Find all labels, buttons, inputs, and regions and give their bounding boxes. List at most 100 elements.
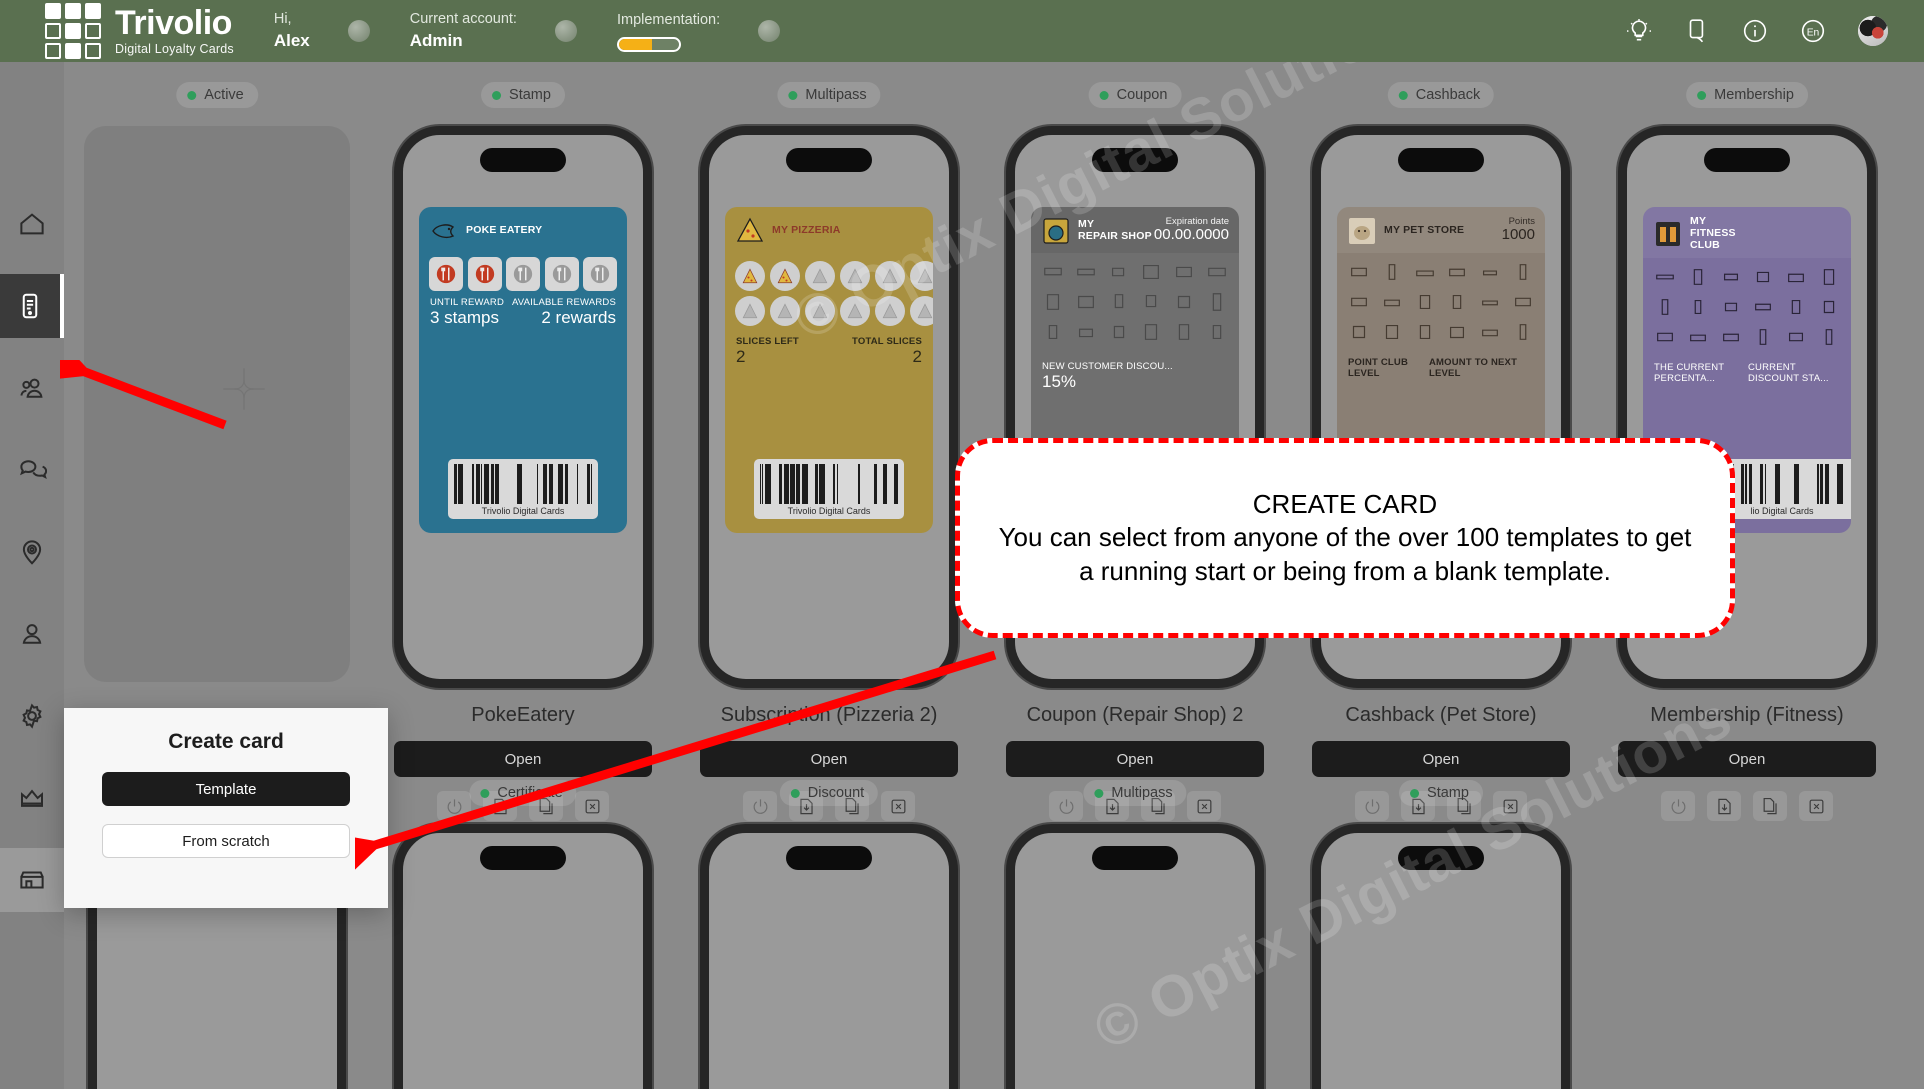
duplicate-icon[interactable] <box>1753 791 1787 821</box>
points-label: Points <box>1502 216 1535 227</box>
sidebar-item-home[interactable] <box>0 192 64 256</box>
open-button[interactable]: Open <box>1312 741 1570 777</box>
card-brand-name: MY FITNESS CLUB <box>1690 216 1736 251</box>
pet-icon <box>1378 289 1407 315</box>
barcode: Trivolio Digital Cards <box>754 459 904 519</box>
fitnes-icon <box>1749 264 1778 290</box>
status-badge-label: Active <box>204 87 244 103</box>
avatar[interactable] <box>1858 16 1888 46</box>
chevron-down-icon[interactable] <box>555 20 577 42</box>
fitnes-icon <box>1716 294 1745 320</box>
appliance-icon <box>1170 259 1199 285</box>
appliance-icon <box>1137 259 1166 285</box>
power-icon[interactable] <box>1661 791 1695 821</box>
open-button[interactable]: Open <box>1006 741 1264 777</box>
fitnes-icon <box>1684 324 1713 350</box>
pet-icon <box>1508 259 1537 285</box>
stat-left-value: 2 <box>736 347 799 367</box>
status-badge: Multipass <box>777 82 880 108</box>
info-icon[interactable] <box>1742 18 1768 44</box>
status-dot-icon <box>1100 91 1109 100</box>
pet-icon <box>1443 319 1472 345</box>
card-tap-icon[interactable] <box>1684 18 1710 44</box>
phone-notch <box>480 846 566 870</box>
phone-notch <box>1398 148 1484 172</box>
template-button[interactable]: Template <box>102 772 350 806</box>
slice-slot <box>875 296 905 326</box>
chevron-down-icon[interactable] <box>758 20 780 42</box>
pet-icon <box>1508 289 1537 315</box>
phone-preview <box>1006 824 1264 1089</box>
download-icon[interactable] <box>1707 791 1741 821</box>
status-badge-label: Stamp <box>1427 785 1469 801</box>
open-button[interactable]: Open <box>1618 741 1876 777</box>
status-dot-icon <box>1094 789 1103 798</box>
pet-icon <box>1410 319 1439 345</box>
card-column: Multipass <box>982 780 1288 1089</box>
dog-icon <box>1347 216 1377 246</box>
create-card-popup: Create card Template From scratch <box>64 708 388 772</box>
phone-preview <box>700 824 958 1089</box>
barcode-caption: Trivolio Digital Cards <box>454 506 592 516</box>
slice-slot <box>840 261 870 291</box>
from-scratch-button[interactable]: From scratch <box>102 824 350 858</box>
status-badge: Cashback <box>1388 82 1494 108</box>
appliance-icon <box>1137 319 1166 345</box>
slice-slot <box>770 296 800 326</box>
sidebar-item-settings[interactable] <box>0 684 64 748</box>
status-dot-icon <box>1697 91 1706 100</box>
status-dot-icon <box>788 91 797 100</box>
appliance-icon <box>1137 289 1166 315</box>
stat-right-value: 2 <box>852 347 922 367</box>
fitnes-icon <box>1814 294 1843 320</box>
account-block: Current account: Admin <box>410 9 577 52</box>
fitnes-icon <box>1684 294 1713 320</box>
barcode-caption: Trivolio Digital Cards <box>760 506 898 516</box>
callout-title: CREATE CARD <box>994 488 1696 521</box>
sidebar-item-profile[interactable] <box>0 602 64 666</box>
callout-body: You can select from anyone of the over 1… <box>994 521 1696 588</box>
card-brand-name: POKE EATERY <box>466 225 542 237</box>
appliance-icon <box>1039 319 1068 345</box>
pet-icon <box>1378 319 1407 345</box>
card-column: Certificate <box>370 780 676 1089</box>
stat-left-label: NEW CUSTOMER DISCOU... <box>1042 361 1228 372</box>
status-badge: Active <box>176 82 258 108</box>
appliance-icon <box>1202 289 1231 315</box>
greeting-value: Alex <box>274 30 310 52</box>
language-icon[interactable]: En <box>1800 18 1826 44</box>
card-title: Cashback (Pet Store) <box>1288 704 1594 727</box>
open-button[interactable]: Open <box>394 741 652 777</box>
chevron-down-icon[interactable] <box>348 20 370 42</box>
stat-left-label: POINT CLUB LEVEL <box>1348 357 1429 379</box>
phone-notch <box>786 148 872 172</box>
gym-icon <box>1653 219 1683 249</box>
stat-left-label: UNTIL REWARD <box>430 297 504 308</box>
sidebar-nav <box>0 192 64 930</box>
fitnes-icon <box>1716 264 1745 290</box>
sidebar-item-messages[interactable] <box>0 438 64 502</box>
expiration-label: Expiration date <box>1154 216 1229 227</box>
sidebar-item-locations[interactable] <box>0 520 64 584</box>
sidebar-item-clients[interactable] <box>0 356 64 420</box>
stamp-row <box>419 253 627 291</box>
sidebar-item-subscription[interactable] <box>0 766 64 830</box>
slice-slot <box>735 261 765 291</box>
stat-right-value: 2 rewards <box>512 308 616 328</box>
sidebar-item-cards[interactable] <box>0 274 64 338</box>
lightbulb-icon[interactable] <box>1626 18 1652 44</box>
status-dot-icon <box>1399 91 1408 100</box>
open-button[interactable]: Open <box>700 741 958 777</box>
pet-icon <box>1378 259 1407 285</box>
delete-icon[interactable] <box>1799 791 1833 821</box>
brand-logo[interactable]: Trivolio Digital Loyalty Cards <box>45 3 234 59</box>
implementation-progress-fill <box>619 39 652 50</box>
empty-card-slot[interactable] <box>84 126 350 682</box>
implementation-progress <box>617 37 681 52</box>
account-value: Admin <box>410 30 517 52</box>
status-badge: Stamp <box>481 82 565 108</box>
slice-slot <box>735 296 765 326</box>
status-dot-icon <box>480 789 489 798</box>
pet-icon <box>1345 319 1374 345</box>
sidebar-item-store[interactable] <box>0 848 64 912</box>
